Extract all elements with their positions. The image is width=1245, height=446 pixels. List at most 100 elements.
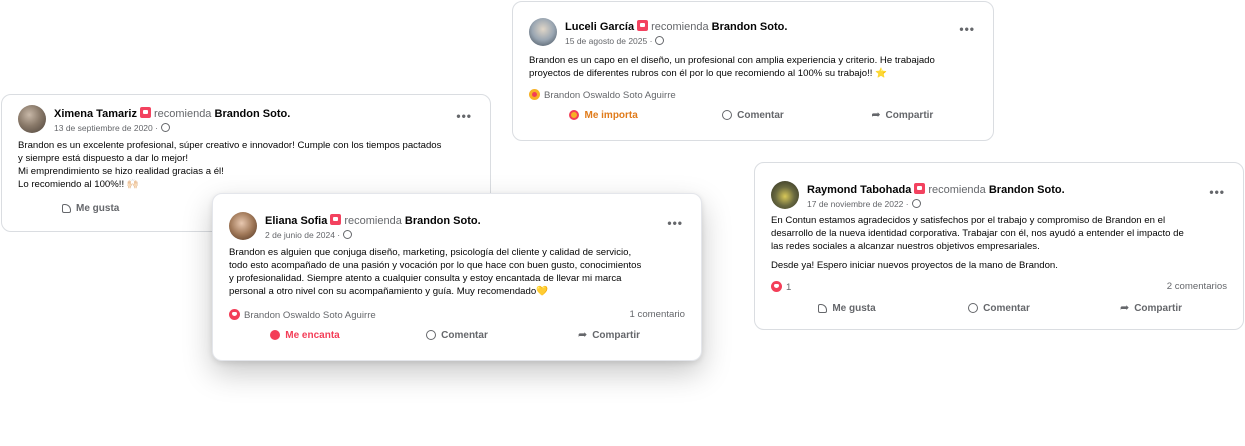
post-text-line: Desde ya! Espero iniciar nuevos proyecto… xyxy=(771,260,1058,271)
post-date-line: 15 de agosto de 2025 · xyxy=(565,36,665,46)
avatar[interactable] xyxy=(771,181,799,209)
page-name[interactable]: Brandon Soto. xyxy=(712,21,788,33)
like-icon xyxy=(62,203,71,213)
post-text-line: personal a otro nivel con su acompañamie… xyxy=(229,286,549,297)
reactions-row[interactable]: 1 2 comentarios xyxy=(771,281,1227,293)
post-text: Brandon es alguien que conjuga diseño, m… xyxy=(229,246,689,298)
reactor-name: Brandon Oswaldo Soto Aguirre xyxy=(544,90,676,101)
post-text-line: En Contun estamos agradecidos y satisfec… xyxy=(771,215,1166,226)
share-icon: ➦ xyxy=(577,329,588,341)
comment-icon xyxy=(426,330,437,340)
avatar[interactable] xyxy=(18,105,46,133)
like-label: Me gusta xyxy=(76,202,120,214)
post-text-line: y siempre está dispuesto a dar lo mejor! xyxy=(18,153,189,164)
post-date[interactable]: 17 de noviembre de 2022 · xyxy=(807,199,909,209)
share-label: Compartir xyxy=(885,109,934,121)
like-label: Me gusta xyxy=(832,302,876,314)
care-icon xyxy=(569,110,580,120)
author-name[interactable]: Raymond Tabohada xyxy=(807,184,911,196)
heart-icon xyxy=(270,330,281,340)
care-reaction-icon xyxy=(529,89,540,100)
post-text-line: Brandon es un excelente profesional, súp… xyxy=(18,140,442,151)
reactions-row[interactable]: Brandon Oswaldo Soto Aguirre xyxy=(529,89,977,101)
more-options-button[interactable]: ••• xyxy=(456,109,472,123)
post-text-line: las redes sociales a alcanzar nuestros o… xyxy=(771,241,1040,252)
comment-count[interactable]: 2 comentarios xyxy=(1167,281,1227,292)
post-card-eliana: Eliana Sofia recomienda Brandon Soto. 2 d… xyxy=(212,193,702,361)
post-date[interactable]: 2 de junio de 2024 · xyxy=(265,230,340,240)
author-name[interactable]: Eliana Sofia xyxy=(265,215,327,227)
post-text: Brandon es un capo en el diseño, un prof… xyxy=(529,54,981,80)
post-actions: Me gusta Comentar ➦ Compartir xyxy=(771,299,1227,317)
page-name[interactable]: Brandon Soto. xyxy=(405,215,481,227)
post-header: Eliana Sofia recomienda Brandon Soto. 2 d… xyxy=(229,212,689,246)
post-author-line: Luceli García recomienda Brandon Soto. xyxy=(565,20,787,33)
love-label: Me encanta xyxy=(285,329,340,341)
post-text-line: desarrollo de la nueva identidad corpora… xyxy=(771,228,1184,239)
recommends-text: recomienda xyxy=(344,215,402,227)
post-text-line: Lo recomiendo al 100%!! 🙌🏻 xyxy=(18,179,139,190)
care-label: Me importa xyxy=(584,109,638,121)
post-date-line: 2 de junio de 2024 · xyxy=(265,230,353,240)
recommends-text: recomienda xyxy=(651,21,709,33)
comment-icon xyxy=(968,303,979,313)
comment-label: Comentar xyxy=(737,109,784,121)
post-text-line: Brandon es alguien que conjuga diseño, m… xyxy=(229,247,632,258)
like-button[interactable]: Me gusta xyxy=(771,299,923,317)
comment-button[interactable]: Comentar xyxy=(923,299,1075,317)
post-card-luceli: Luceli García recomienda Brandon Soto. 15… xyxy=(512,1,994,141)
comment-button[interactable]: Comentar xyxy=(381,326,533,344)
author-name[interactable]: Ximena Tamariz xyxy=(54,108,137,120)
recommends-text: recomienda xyxy=(928,184,986,196)
recommend-icon xyxy=(330,214,342,225)
comment-count[interactable]: 1 comentario xyxy=(630,309,685,320)
post-date[interactable]: 13 de septiembre de 2020 · xyxy=(54,123,158,133)
reaction-count: 1 xyxy=(786,282,792,293)
globe-icon xyxy=(911,199,921,208)
share-icon: ➦ xyxy=(871,109,881,121)
love-reaction-icon xyxy=(229,309,240,320)
globe-icon xyxy=(343,230,353,239)
share-label: Compartir xyxy=(1134,302,1182,314)
avatar[interactable] xyxy=(229,212,257,240)
post-actions: Me encanta Comentar ➦ Compartir xyxy=(229,326,685,344)
recommend-icon xyxy=(914,183,926,194)
recommend-icon xyxy=(139,107,151,118)
post-text-line: Mi emprendimiento se hizo realidad graci… xyxy=(18,166,224,177)
post-text-line: Brandon es un capo en el diseño, un prof… xyxy=(529,55,935,66)
more-options-button[interactable]: ••• xyxy=(959,22,975,36)
more-options-button[interactable]: ••• xyxy=(1209,185,1225,199)
reactor-name: Brandon Oswaldo Soto Aguirre xyxy=(244,310,376,321)
share-button[interactable]: ➦ Compartir xyxy=(828,106,977,124)
comment-icon xyxy=(722,110,733,120)
reactions-row[interactable]: Brandon Oswaldo Soto Aguirre 1 comentari… xyxy=(229,309,685,321)
more-options-button[interactable]: ••• xyxy=(667,216,683,230)
post-text: En Contun estamos agradecidos y satisfec… xyxy=(771,214,1231,272)
post-header: Ximena Tamariz recomienda Brandon Soto. 1… xyxy=(18,105,478,139)
post-author-line: Ximena Tamariz recomienda Brandon Soto. xyxy=(54,107,290,120)
post-author-line: Raymond Tabohada recomienda Brandon Soto. xyxy=(807,183,1065,196)
globe-icon xyxy=(655,36,665,45)
author-name[interactable]: Luceli García xyxy=(565,21,634,33)
page-name[interactable]: Brandon Soto. xyxy=(989,184,1065,196)
share-button[interactable]: ➦ Compartir xyxy=(533,326,685,344)
share-button[interactable]: ➦ Compartir xyxy=(1075,299,1227,317)
post-header: Raymond Tabohada recomienda Brandon Soto.… xyxy=(771,181,1231,215)
like-button[interactable]: Me gusta xyxy=(18,199,119,217)
love-button[interactable]: Me encanta xyxy=(229,326,381,344)
post-text-line: todo esto acompañado de una pasión y voc… xyxy=(229,260,642,271)
post-text-line: proyectos de diferentes rubros con él po… xyxy=(529,68,888,79)
care-button[interactable]: Me importa xyxy=(529,106,678,124)
recommend-icon xyxy=(637,20,649,31)
comment-label: Comentar xyxy=(983,302,1030,314)
share-icon: ➦ xyxy=(1119,302,1130,314)
comment-button[interactable]: Comentar xyxy=(678,106,827,124)
avatar[interactable] xyxy=(529,18,557,46)
post-date[interactable]: 15 de agosto de 2025 · xyxy=(565,36,652,46)
globe-icon xyxy=(160,123,170,132)
post-date-line: 17 de noviembre de 2022 · xyxy=(807,199,921,209)
like-icon xyxy=(818,303,828,313)
page-name[interactable]: Brandon Soto. xyxy=(215,108,291,120)
comment-label: Comentar xyxy=(441,329,488,341)
post-date-line: 13 de septiembre de 2020 · xyxy=(54,123,170,133)
